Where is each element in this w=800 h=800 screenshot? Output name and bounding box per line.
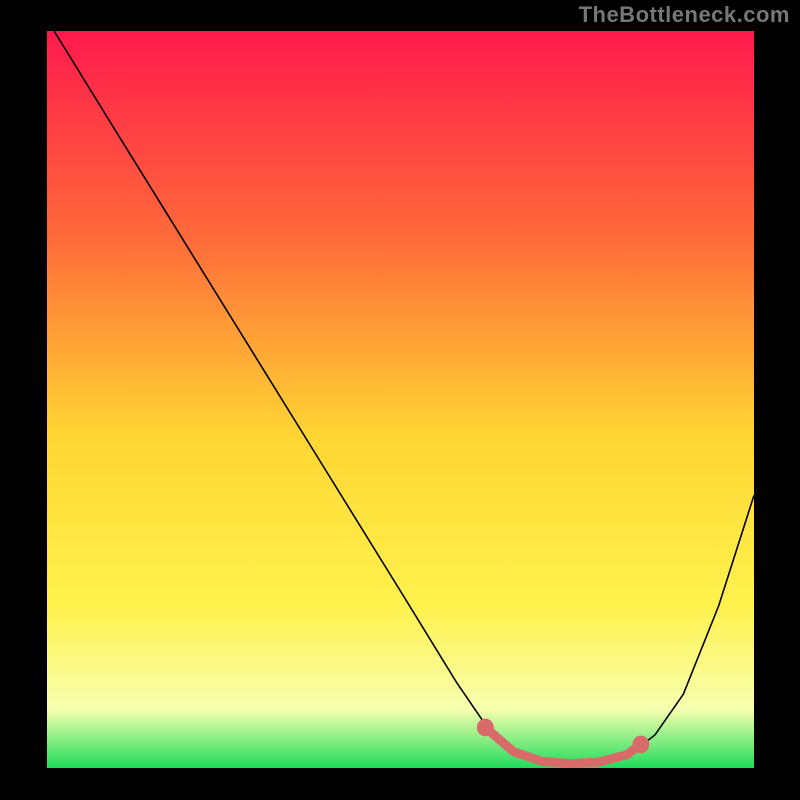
plot-svg	[47, 31, 754, 768]
chart-frame: TheBottleneck.com	[0, 0, 800, 800]
plot-area	[47, 31, 754, 768]
gradient-background	[47, 31, 754, 768]
trough-highlight-dot-left	[477, 719, 494, 737]
trough-highlight-dot-right	[632, 736, 649, 754]
watermark-text: TheBottleneck.com	[579, 2, 790, 28]
